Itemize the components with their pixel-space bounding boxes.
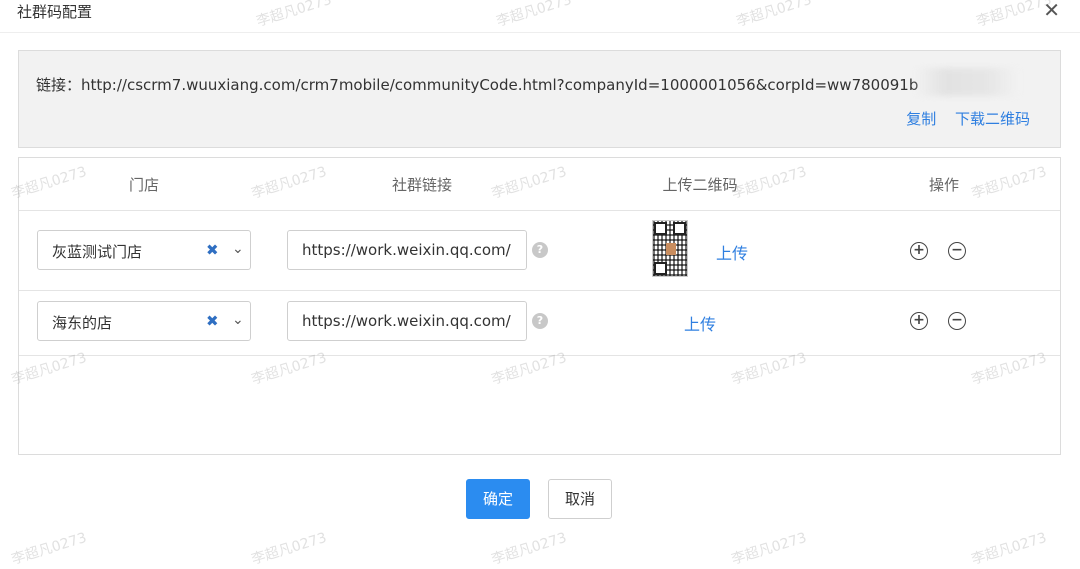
link-url: http://cscrm7.wuuxiang.com/crm7mobile/co… (81, 76, 919, 94)
watermark: 李超凡0273 (489, 529, 569, 568)
cancel-button[interactable]: 取消 (548, 479, 612, 519)
upload-link[interactable]: 上传 (716, 240, 748, 264)
remove-row-icon[interactable]: − (948, 242, 966, 260)
add-row-icon[interactable]: + (910, 312, 928, 330)
link-label: 链接： (36, 76, 82, 94)
dialog-header: 社群码配置 ✕ (0, 0, 1080, 33)
dialog-title: 社群码配置 (17, 3, 93, 21)
copy-link[interactable]: 复制 (906, 110, 936, 128)
header-upload-qrcode: 上传二维码 (662, 176, 738, 194)
chevron-down-icon[interactable]: ⌄ (232, 312, 244, 328)
community-link-input[interactable] (287, 301, 527, 341)
download-qrcode-link[interactable]: 下载二维码 (955, 110, 1030, 128)
store-select[interactable]: 灰蓝测试门店 ✖ ⌄ (37, 230, 251, 270)
watermark: 李超凡0273 (969, 529, 1049, 568)
clear-icon[interactable]: ✖ (206, 241, 219, 259)
store-select[interactable]: 海东的店 ✖ ⌄ (37, 301, 251, 341)
confirm-button[interactable]: 确定 (466, 479, 530, 519)
upload-link[interactable]: 上传 (684, 311, 716, 335)
header-community-link: 社群链接 (391, 176, 453, 194)
qrcode-thumbnail[interactable] (652, 220, 688, 277)
chevron-down-icon[interactable]: ⌄ (232, 241, 244, 257)
header-actions: 操作 (928, 176, 960, 194)
qr-finder-icon (654, 222, 667, 235)
redacted-blur (915, 68, 1019, 96)
remove-row-icon[interactable]: − (948, 312, 966, 330)
help-icon[interactable]: ? (532, 313, 548, 329)
add-row-icon[interactable]: + (910, 242, 928, 260)
header-store: 门店 (128, 176, 160, 194)
link-panel: 链接：http://cscrm7.wuuxiang.com/crm7mobile… (18, 50, 1061, 148)
store-table: 门店 社群链接 上传二维码 操作 灰蓝测试门店 ✖ ⌄ ? 上传 + − (18, 157, 1061, 455)
clear-icon[interactable]: ✖ (206, 312, 219, 330)
watermark: 李超凡0273 (249, 529, 329, 568)
link-text: 链接：http://cscrm7.wuuxiang.com/crm7mobile… (36, 74, 918, 95)
qr-finder-icon (673, 222, 686, 235)
watermark: 李超凡0273 (729, 529, 809, 568)
link-actions: 复制 下载二维码 (892, 108, 1030, 129)
watermark: 李超凡0273 (9, 529, 89, 568)
qr-logo-icon (666, 243, 676, 255)
community-link-input[interactable] (287, 230, 527, 270)
table-row: 灰蓝测试门店 ✖ ⌄ ? 上传 + − (19, 210, 1060, 291)
help-icon[interactable]: ? (532, 242, 548, 258)
store-select-value: 灰蓝测试门店 (52, 243, 143, 261)
close-icon[interactable]: ✕ (1043, 0, 1060, 20)
qr-finder-icon (654, 262, 667, 275)
table-header: 门店 社群链接 上传二维码 操作 (19, 158, 1060, 211)
table-row: 海东的店 ✖ ⌄ ? 上传 + − (19, 291, 1060, 356)
community-code-dialog: 社群码配置 ✕ 链接：http://cscrm7.wuuxiang.com/cr… (0, 0, 1080, 568)
store-select-value: 海东的店 (52, 314, 113, 332)
